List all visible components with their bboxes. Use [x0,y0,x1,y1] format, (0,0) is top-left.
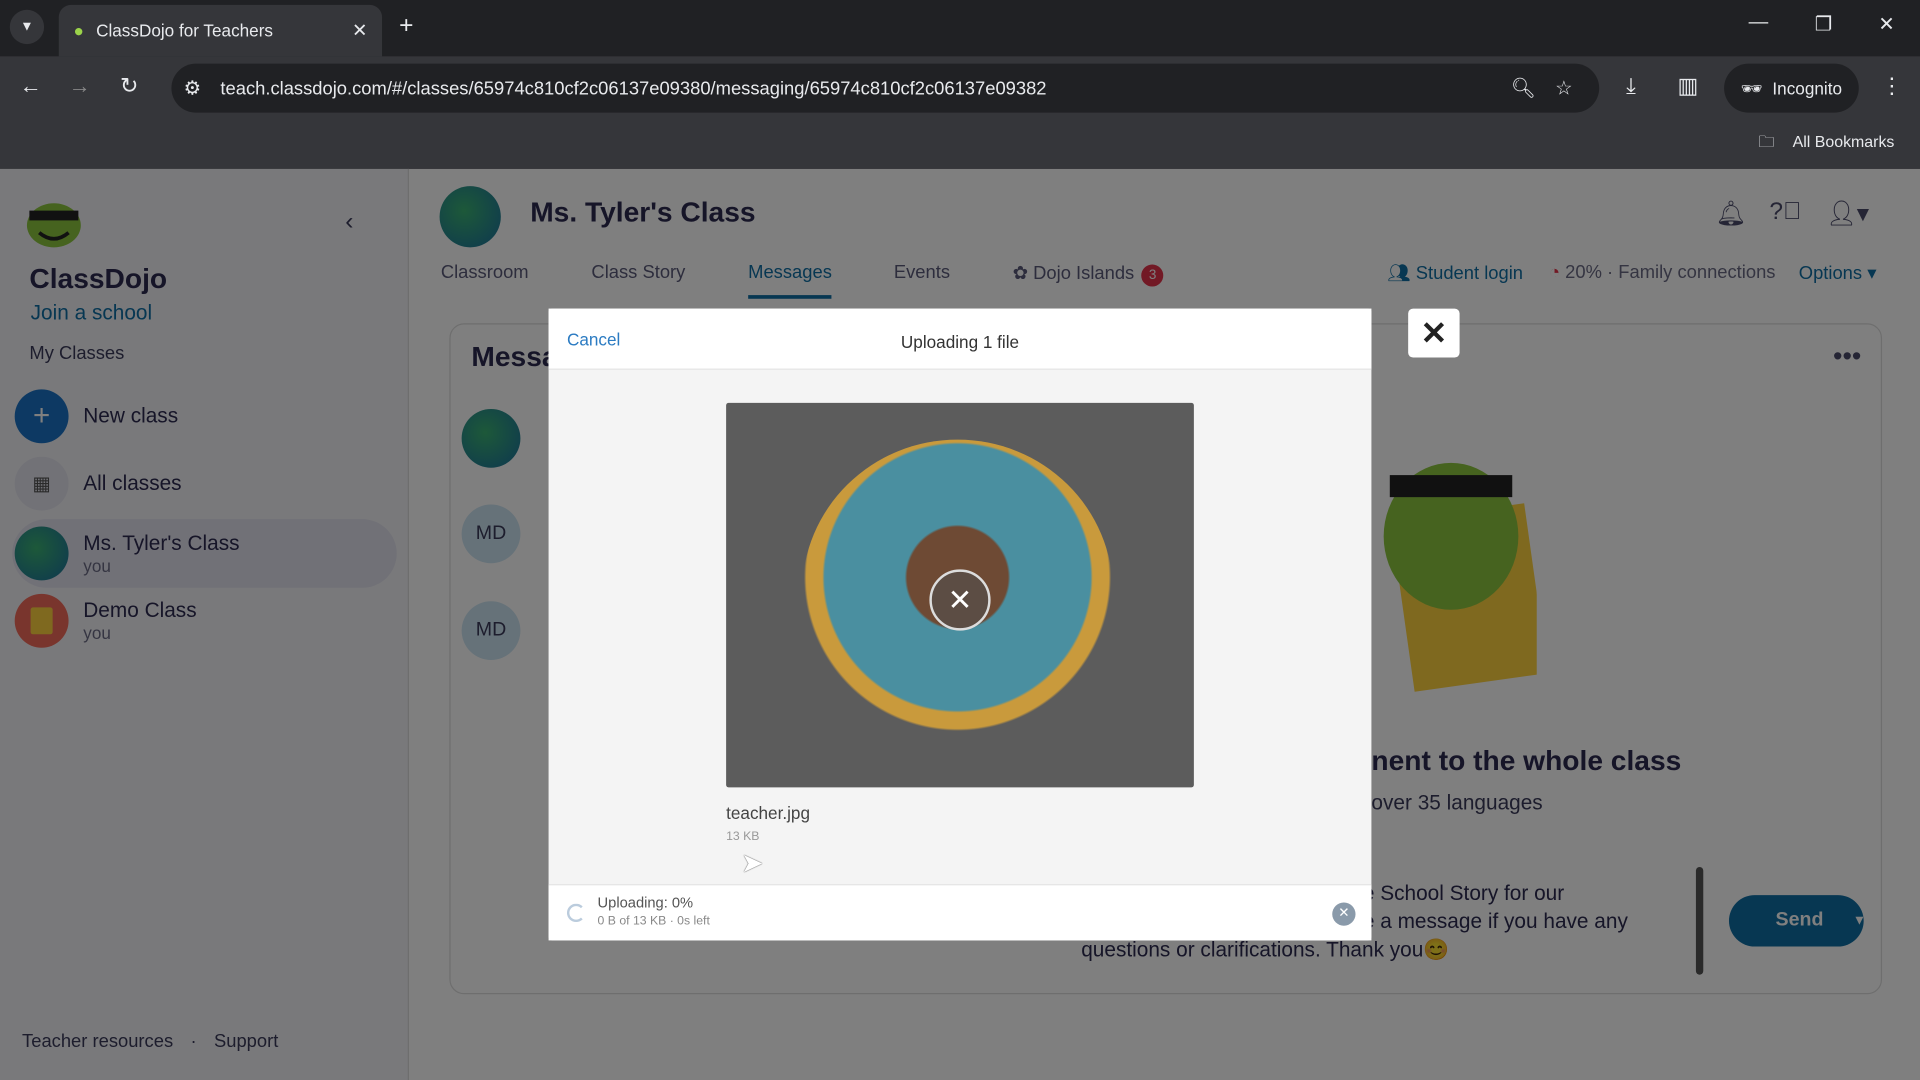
restore-icon[interactable]: ❐ [1815,12,1833,36]
browser-tab[interactable]: ● ClassDojo for Teachers ✕ [58,4,383,57]
mouse-cursor-icon: ➤ [740,847,764,878]
tab-title: ClassDojo for Teachers [96,20,274,41]
forward-icon[interactable]: → [69,73,91,99]
minimize-icon[interactable]: — [1749,12,1769,34]
incognito-icon: 🕶︎ [1740,77,1763,98]
image-preview: ✕ [726,402,1194,788]
modal-header: Cancel Uploading 1 file [548,308,1372,370]
folder-icon: 🗀 [1758,132,1775,151]
site-info-icon[interactable]: ⚙ [184,76,202,100]
upload-detail: 0 B of 13 KB · 0s left [597,914,710,929]
all-bookmarks[interactable]: All Bookmarks [1793,132,1895,150]
upload-modal: Cancel Uploading 1 file ✕ teacher.jpg 13… [548,308,1372,941]
menu-icon[interactable]: ⋮ [1881,73,1903,99]
upload-status-bar: Uploading: 0% 0 B of 13 KB · 0s left ✕ [548,884,1372,941]
modal-title: Uploading 1 file [900,331,1020,352]
url-text: teach.classdojo.com/#/classes/65974c810c… [220,77,1047,99]
side-panel-icon[interactable]: ▥ [1678,73,1699,99]
bookmark-star-icon[interactable]: ☆ [1555,76,1573,100]
loading-spinner-icon [566,903,586,923]
download-icon[interactable]: ⤓ [1626,73,1636,99]
close-icon: ✕ [947,583,973,617]
back-icon[interactable]: ← [20,73,42,99]
incognito-label: Incognito [1772,78,1842,98]
close-window-icon[interactable]: ✕ [1878,12,1894,36]
incognito-indicator[interactable]: 🕶︎ Incognito [1724,63,1859,113]
browser-toolbar: ← → ↻ ⚙ teach.classdojo.com/#/classes/65… [0,56,1920,121]
file-name: teacher.jpg [726,803,811,823]
upload-status: Uploading: 0% [597,893,694,912]
reload-icon[interactable]: ↻ [120,73,138,99]
new-tab-icon[interactable]: + [399,12,413,40]
classdojo-favicon-icon: ● [73,20,84,41]
close-modal-button[interactable]: ✕ [1408,308,1460,358]
browser-tab-strip: ▼ ● ClassDojo for Teachers ✕ + — ❐ ✕ [0,0,1920,57]
address-bar[interactable]: ⚙ teach.classdojo.com/#/classes/65974c81… [171,63,1600,113]
remove-file-button[interactable]: ✕ [929,569,991,631]
tab-search-icon[interactable]: ▼ [9,9,45,45]
screen: ▼ ● ClassDojo for Teachers ✕ + — ❐ ✕ ← →… [0,0,1920,1080]
bookmarks-bar: 🗀 All Bookmarks [0,120,1920,169]
zoom-icon[interactable]: 🔍︎ [1511,76,1536,100]
close-tab-icon[interactable]: ✕ [352,20,367,42]
close-icon: ✕ [1420,314,1448,351]
cancel-upload-icon[interactable]: ✕ [1332,902,1356,926]
file-size: 13 KB [726,830,760,844]
